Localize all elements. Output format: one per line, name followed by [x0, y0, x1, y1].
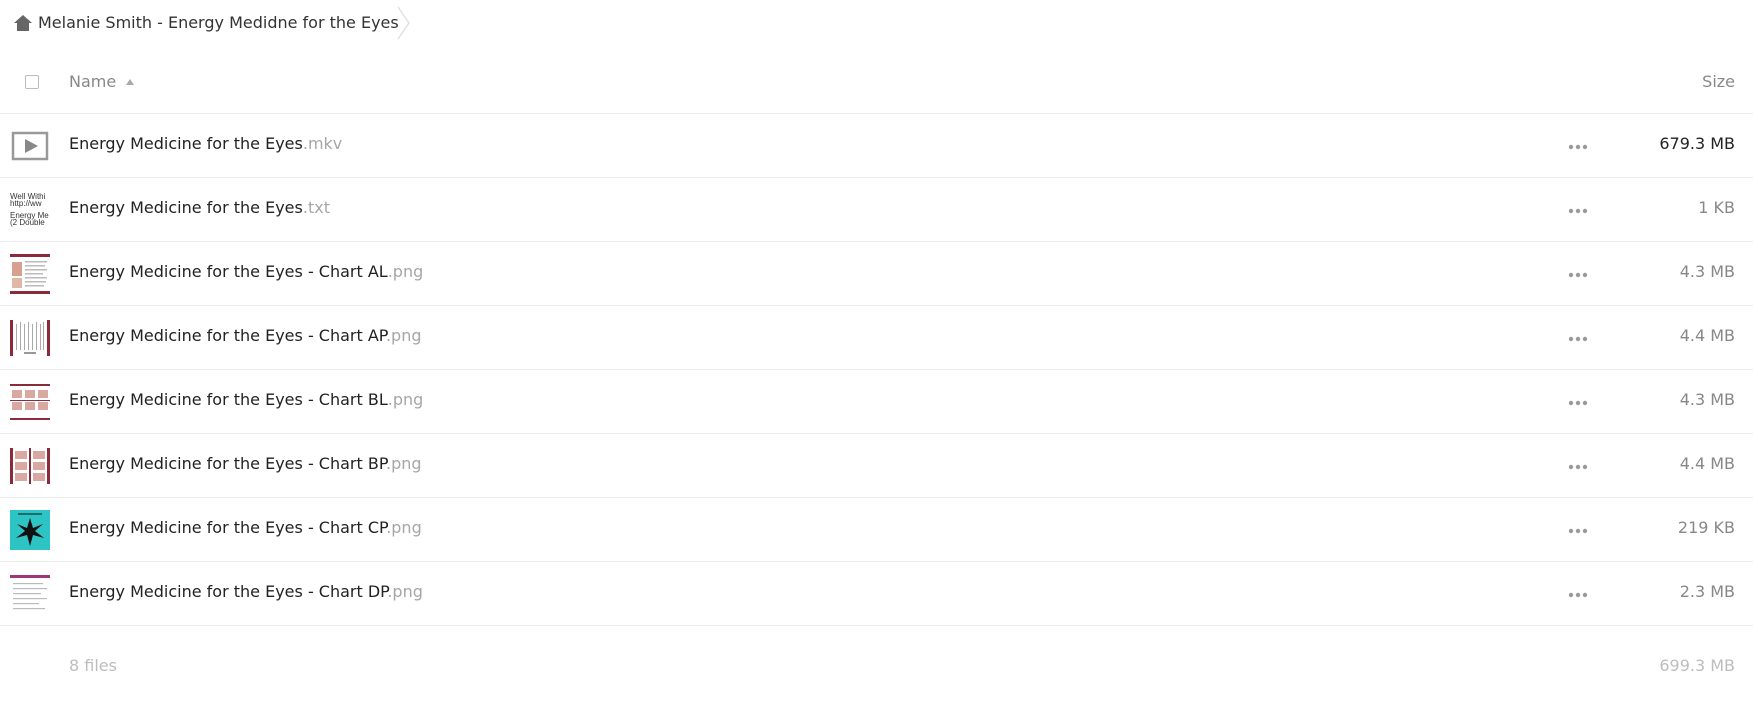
image-thumbnail [10, 574, 50, 614]
image-thumbnail [10, 318, 50, 358]
column-header-size[interactable]: Size [1702, 72, 1735, 91]
more-actions-icon[interactable] [1568, 208, 1588, 214]
file-row[interactable]: Energy Medicine for the Eyes - Chart BL.… [0, 370, 1753, 434]
home-icon[interactable] [13, 14, 33, 32]
file-size: 219 KB [1677, 518, 1735, 537]
file-size: 4.3 MB [1679, 390, 1735, 409]
file-row[interactable]: Energy Medicine for the Eyes - Chart AP.… [0, 306, 1753, 370]
file-size: 4.4 MB [1679, 326, 1735, 345]
sort-ascending-icon[interactable] [125, 78, 135, 86]
more-actions-icon[interactable] [1568, 400, 1588, 406]
image-thumbnail [10, 446, 50, 486]
file-name[interactable]: Energy Medicine for the Eyes - Chart DP.… [69, 582, 423, 601]
file-list-summary: 8 files 699.3 MB [0, 650, 1753, 680]
file-row[interactable]: Well Withi http://ww Energy Me (2 Double… [0, 178, 1753, 242]
chevron-right-icon [397, 6, 410, 40]
file-list: Energy Medicine for the Eyes.mkv 679.3 M… [0, 114, 1753, 626]
more-actions-icon[interactable] [1568, 528, 1588, 534]
file-row[interactable]: Energy Medicine for the Eyes - Chart DP.… [0, 562, 1753, 626]
file-row[interactable]: Energy Medicine for the Eyes - Chart CP.… [0, 498, 1753, 562]
file-count: 8 files [69, 656, 117, 675]
more-actions-icon[interactable] [1568, 464, 1588, 470]
file-name[interactable]: Energy Medicine for the Eyes.txt [69, 198, 330, 217]
column-header-name[interactable]: Name [69, 72, 116, 91]
image-thumbnail [10, 254, 50, 294]
image-thumbnail [10, 510, 50, 550]
more-actions-icon[interactable] [1568, 272, 1588, 278]
file-row[interactable]: Energy Medicine for the Eyes - Chart BP.… [0, 434, 1753, 498]
file-name[interactable]: Energy Medicine for the Eyes - Chart AP.… [69, 326, 422, 345]
file-size: 4.3 MB [1679, 262, 1735, 281]
file-name[interactable]: Energy Medicine for the Eyes - Chart BL.… [69, 390, 423, 409]
breadcrumb-current-folder[interactable]: Melanie Smith - Energy Medidne for the E… [38, 13, 399, 32]
total-size: 699.3 MB [1659, 656, 1735, 675]
more-actions-icon[interactable] [1568, 336, 1588, 342]
file-size: 1 KB [1698, 198, 1735, 217]
svg-text:http://ww: http://ww [10, 199, 42, 208]
more-actions-icon[interactable] [1568, 592, 1588, 598]
file-list-header: Name Size [0, 55, 1753, 114]
text-file-thumbnail: Well Withi http://ww Energy Me (2 Double [10, 192, 49, 227]
file-size: 2.3 MB [1679, 582, 1735, 601]
select-all-checkbox[interactable] [25, 75, 39, 89]
more-actions-icon[interactable] [1568, 144, 1588, 150]
file-size: 4.4 MB [1679, 454, 1735, 473]
video-play-icon [11, 131, 49, 161]
svg-text:(2 Double: (2 Double [10, 218, 45, 227]
file-size: 679.3 MB [1659, 134, 1735, 153]
file-name[interactable]: Energy Medicine for the Eyes - Chart BP.… [69, 454, 422, 473]
file-name[interactable]: Energy Medicine for the Eyes - Chart CP.… [69, 518, 422, 537]
file-row[interactable]: Energy Medicine for the Eyes.mkv 679.3 M… [0, 114, 1753, 178]
file-name[interactable]: Energy Medicine for the Eyes - Chart AL.… [69, 262, 423, 281]
file-row[interactable]: Energy Medicine for the Eyes - Chart AL.… [0, 242, 1753, 306]
file-name[interactable]: Energy Medicine for the Eyes.mkv [69, 134, 342, 153]
image-thumbnail [10, 382, 50, 422]
